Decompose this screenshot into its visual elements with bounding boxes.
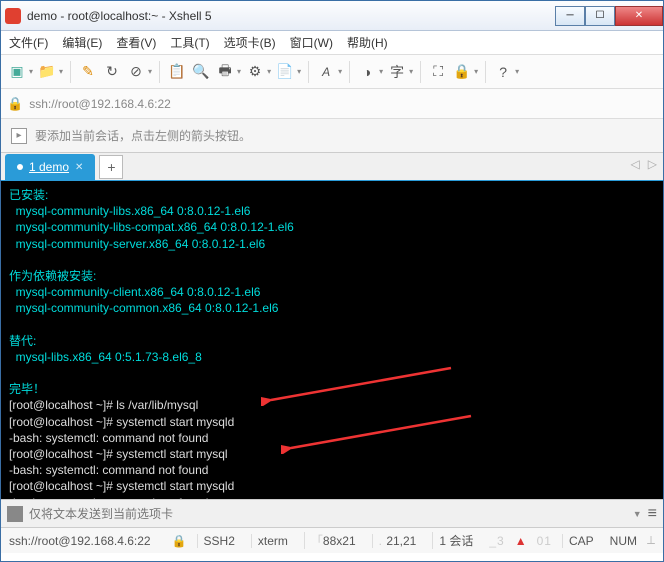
font-icon[interactable]: A bbox=[316, 62, 336, 82]
print-icon[interactable]: 🖶 bbox=[215, 62, 235, 82]
toolbar: ▣▾ 📁▾ ✎ ↻ ⊘▾ 📋 🔍 🖶▾ ⚙▾ 📄▾ A▾ ◑▾ 字▾ ⛶ 🔒▾ … bbox=[1, 55, 663, 89]
status-connection: ssh://root@192.168.4.6:22 bbox=[9, 534, 151, 548]
window-title: demo - root@localhost:~ - Xshell 5 bbox=[27, 9, 555, 23]
tab-strip: 1 demo ✕ + ◁ ▷ bbox=[1, 153, 663, 181]
tab-label: 1 demo bbox=[29, 160, 69, 174]
maximize-button[interactable]: ☐ bbox=[585, 6, 615, 26]
new-tab-button[interactable]: + bbox=[99, 155, 123, 179]
new-session-icon[interactable]: ▣ bbox=[7, 62, 27, 82]
menu-view[interactable]: 查看(V) bbox=[116, 34, 156, 51]
tab-prev-icon[interactable]: ◁ bbox=[631, 157, 640, 171]
close-button[interactable]: ✕ bbox=[615, 6, 663, 26]
status-size: 88x21 bbox=[323, 534, 356, 548]
search-icon[interactable]: 🔍 bbox=[191, 62, 211, 82]
tab-nav: ◁ ▷ bbox=[631, 157, 657, 171]
annotation-arrow-1 bbox=[261, 366, 461, 406]
status-termtype: xterm bbox=[251, 534, 294, 548]
script-icon[interactable]: 📄 bbox=[275, 62, 295, 82]
status-cursor: 21,21 bbox=[386, 534, 416, 548]
terminal[interactable]: 已安装: mysql-community-libs.x86_64 0:8.0.1… bbox=[1, 181, 663, 499]
lock-toolbar-icon[interactable]: 🔒 bbox=[452, 62, 472, 82]
menu-file[interactable]: 文件(F) bbox=[9, 34, 48, 51]
add-session-icon[interactable]: ▸ bbox=[11, 128, 27, 144]
encoding-icon[interactable]: 字 bbox=[387, 62, 407, 82]
tab-close-icon[interactable]: ✕ bbox=[75, 162, 83, 173]
copy-icon[interactable]: 📋 bbox=[167, 62, 187, 82]
send-dropdown-icon[interactable]: ▼ bbox=[633, 509, 642, 519]
session-tab[interactable]: 1 demo ✕ bbox=[5, 154, 95, 180]
menu-help[interactable]: 帮助(H) bbox=[347, 34, 388, 51]
highlight-icon[interactable]: ✎ bbox=[78, 62, 98, 82]
menu-tools[interactable]: 工具(T) bbox=[170, 34, 209, 51]
open-icon[interactable]: 📁 bbox=[37, 62, 57, 82]
color-scheme-icon[interactable]: ◑ bbox=[357, 62, 377, 82]
send-bar: ▼ ≡ bbox=[1, 499, 663, 527]
address-text[interactable]: ssh://root@192.168.4.6:22 bbox=[29, 97, 171, 111]
help-icon[interactable]: ? bbox=[493, 62, 513, 82]
reconnect-icon[interactable]: ↻ bbox=[102, 62, 122, 82]
tab-status-dot bbox=[17, 164, 23, 170]
status-protocol: SSH2 bbox=[197, 534, 241, 548]
fullscreen-icon[interactable]: ⛶ bbox=[428, 62, 448, 82]
tab-next-icon[interactable]: ▷ bbox=[648, 157, 657, 171]
disconnect-icon[interactable]: ⊘ bbox=[126, 62, 146, 82]
send-menu-icon[interactable]: ≡ bbox=[648, 505, 657, 523]
status-up-icon: ▲ bbox=[515, 534, 527, 548]
status-bar: ssh://root@192.168.4.6:22 🔒 SSH2 xterm 「… bbox=[1, 527, 663, 553]
watermark: _3 bbox=[489, 534, 504, 548]
status-num: NUM bbox=[610, 534, 637, 548]
hint-text: 要添加当前会话，点击左侧的箭头按钮。 bbox=[35, 127, 251, 144]
annotation-arrow-2 bbox=[281, 414, 481, 454]
hint-bar: ▸ 要添加当前会话，点击左侧的箭头按钮。 bbox=[1, 119, 663, 153]
menu-window[interactable]: 窗口(W) bbox=[290, 34, 333, 51]
status-lock-icon: 🔒 bbox=[172, 534, 187, 548]
lock-icon: 🔒 bbox=[7, 96, 23, 112]
status-cap: CAP bbox=[562, 534, 600, 548]
properties-icon[interactable]: ⚙ bbox=[245, 62, 265, 82]
window-controls: ─ ☐ ✕ bbox=[555, 6, 663, 26]
send-input[interactable] bbox=[29, 507, 627, 521]
menu-bar: 文件(F) 编辑(E) 查看(V) 工具(T) 选项卡(B) 窗口(W) 帮助(… bbox=[1, 31, 663, 55]
send-toggle-icon[interactable] bbox=[7, 506, 23, 522]
address-bar: 🔒 ssh://root@192.168.4.6:22 bbox=[1, 89, 663, 119]
minimize-button[interactable]: ─ bbox=[555, 6, 585, 26]
app-icon bbox=[5, 8, 21, 24]
menu-edit[interactable]: 编辑(E) bbox=[62, 34, 102, 51]
menu-tabs[interactable]: 选项卡(B) bbox=[224, 34, 276, 51]
status-sessions: 1 会话 bbox=[432, 532, 479, 549]
window-titlebar: demo - root@localhost:~ - Xshell 5 ─ ☐ ✕ bbox=[1, 1, 663, 31]
